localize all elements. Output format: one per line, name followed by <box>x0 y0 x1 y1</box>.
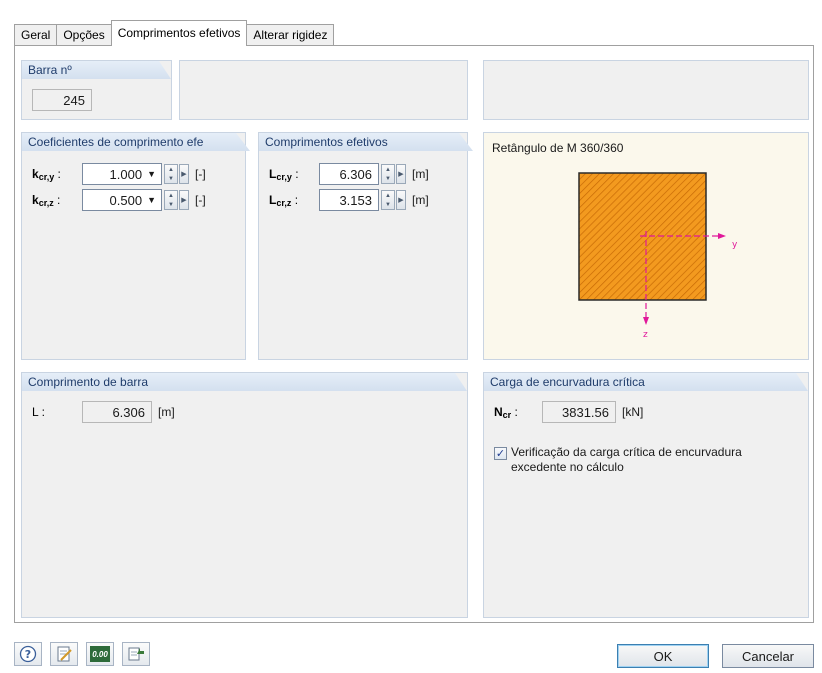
kcr-z-unit: [-] <box>195 193 206 207</box>
empty-panel-top-right <box>483 60 809 120</box>
chevron-down-icon[interactable]: ▼ <box>147 195 156 205</box>
ok-button[interactable]: OK <box>617 644 709 668</box>
member-length-field: 6.306 <box>82 401 152 423</box>
help-icon: ? <box>19 645 37 663</box>
lcr-y-unit: [m] <box>412 167 429 181</box>
effective-row-y: Lcr,y : 6.306 ▲ ▼ ▶ [m] <box>269 163 429 185</box>
lcr-z-input[interactable]: 3.153 <box>319 189 379 211</box>
tab-opcoes[interactable]: Opções <box>56 24 112 46</box>
effective-row-z: Lcr,z : 3.153 ▲ ▼ ▶ [m] <box>269 189 429 211</box>
member-length-row: L : 6.306 [m] <box>32 401 175 423</box>
lcr-y-value: 6.306 <box>339 166 372 182</box>
lcr-z-value: 3.153 <box>339 192 372 208</box>
edit-icon <box>57 646 72 662</box>
export-button[interactable] <box>122 642 150 666</box>
coefficients-group: Coeficientes de comprimento efe kcr,y : … <box>21 132 246 360</box>
tab-page: Barra nº 245 Coeficientes de comprimento… <box>14 45 814 623</box>
member-number-field: 245 <box>32 89 92 111</box>
kcr-z-value: 0.500 <box>109 192 143 208</box>
section-drawing: y z <box>578 172 738 340</box>
kcr-y-arrow-right-icon[interactable]: ▶ <box>179 164 189 184</box>
export-icon <box>128 647 144 661</box>
lcr-y-label: Lcr,y : <box>269 166 299 182</box>
member-group: Barra nº 245 <box>21 60 172 120</box>
critical-load-header: Carga de encurvadura crítica <box>484 373 808 391</box>
member-length-group: Comprimento de barra L : 6.306 [m] <box>21 372 468 618</box>
member-length-label: L : <box>32 405 45 419</box>
lcr-y-input[interactable]: 6.306 <box>319 163 379 185</box>
kcr-z-dropdown[interactable]: 0.500 ▼ <box>82 189 162 211</box>
kcr-y-unit: [-] <box>195 167 206 181</box>
edit-button[interactable] <box>50 642 78 666</box>
critical-load-check[interactable]: ✓ Verificação da carga crítica de encurv… <box>494 445 794 475</box>
cancel-button[interactable]: Cancelar <box>722 644 814 668</box>
kcr-y-dropdown[interactable]: 1.000 ▼ <box>82 163 162 185</box>
kcr-y-label: kcr,y : <box>32 166 61 182</box>
lcr-z-arrow-right-icon[interactable]: ▶ <box>396 190 406 210</box>
ncr-value: 3831.56 <box>562 404 609 420</box>
member-length-value: 6.306 <box>112 404 145 420</box>
y-axis-arrow-icon <box>718 233 726 239</box>
kcr-z-spinner-icon[interactable]: ▲ ▼ <box>164 190 178 210</box>
kcr-z-arrow-right-icon[interactable]: ▶ <box>179 190 189 210</box>
effective-lengths-group: Comprimentos efetivos Lcr,y : 6.306 ▲ ▼ ▶… <box>258 132 468 360</box>
kcr-z-label: kcr,z : <box>32 192 61 208</box>
lcr-y-spinner-icon[interactable]: ▲ ▼ <box>381 164 395 184</box>
member-number-value: 245 <box>63 92 85 108</box>
tab-comprimentos-efetivos[interactable]: Comprimentos efetivos <box>110 20 248 46</box>
z-axis-arrow-icon <box>643 317 649 325</box>
effective-lengths-header: Comprimentos efetivos <box>259 133 473 151</box>
tab-geral[interactable]: Geral <box>14 24 58 46</box>
svg-text:?: ? <box>25 648 31 661</box>
tab-bar: Geral Opções Comprimentos efetivos Alter… <box>14 20 335 46</box>
check-icon[interactable]: ✓ <box>494 447 507 460</box>
section-preview: Retângulo de M 360/360 y z <box>483 132 809 360</box>
coefficient-row-z: kcr,z : 0.500 ▼ ▲ ▼ ▶ [-] <box>32 189 206 211</box>
tab-alterar-rigidez[interactable]: Alterar rigidez <box>246 24 335 46</box>
ncr-unit: [kN] <box>622 405 644 419</box>
lcr-z-label: Lcr,z : <box>269 192 299 208</box>
decimals-icon: 0.00 <box>90 646 110 662</box>
critical-load-group: Carga de encurvadura crítica Ncr : 3831.… <box>483 372 809 618</box>
member-header: Barra nº <box>22 61 171 79</box>
critical-load-check-label: Verificação da carga crítica de encurvad… <box>511 445 742 474</box>
ncr-field: 3831.56 <box>542 401 616 423</box>
coefficient-row-y: kcr,y : 1.000 ▼ ▲ ▼ ▶ [-] <box>32 163 206 185</box>
coefficients-header: Coeficientes de comprimento efe <box>22 133 250 151</box>
chevron-down-icon[interactable]: ▼ <box>147 169 156 179</box>
lcr-y-arrow-right-icon[interactable]: ▶ <box>396 164 406 184</box>
help-button[interactable]: ? <box>14 642 42 666</box>
critical-load-row: Ncr : 3831.56 [kN] <box>494 401 643 423</box>
kcr-y-spinner-icon[interactable]: ▲ ▼ <box>164 164 178 184</box>
member-length-header: Comprimento de barra <box>22 373 467 391</box>
lcr-z-spinner-icon[interactable]: ▲ ▼ <box>381 190 395 210</box>
lcr-z-unit: [m] <box>412 193 429 207</box>
y-axis-label: y <box>732 240 738 250</box>
ncr-label: Ncr : <box>494 404 518 420</box>
decimals-button[interactable]: 0.00 <box>86 642 114 666</box>
member-length-unit: [m] <box>158 405 175 419</box>
kcr-y-value: 1.000 <box>109 166 143 182</box>
z-axis-label: z <box>643 330 648 340</box>
empty-panel-top-middle <box>179 60 468 120</box>
